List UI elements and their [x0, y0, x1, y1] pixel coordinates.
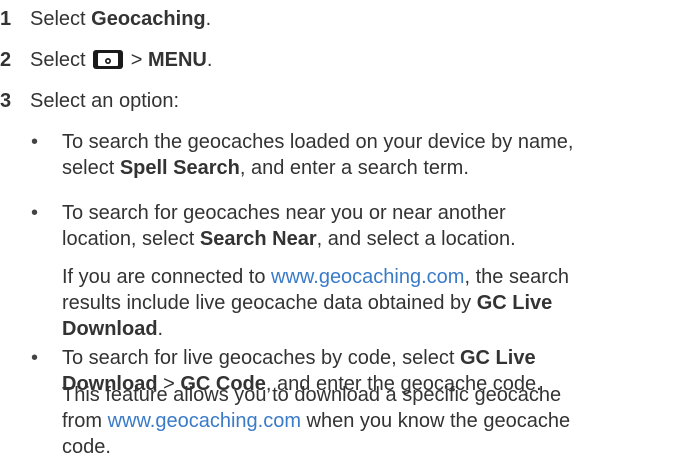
note-line: from www.geocaching.com when you know th…: [62, 408, 682, 434]
search-near-label: Search Near: [199, 228, 317, 250]
option-text-pre: location, select: [62, 228, 200, 250]
option-text-post: , and select a location.: [316, 228, 516, 250]
note-text-post: when you know the geocache: [301, 410, 571, 432]
step-number: 3: [0, 90, 12, 112]
note-gc-live: If you are connected to www.geocaching.c…: [62, 264, 682, 342]
step-text-pre: Select: [30, 49, 92, 71]
menu-label: MENU: [147, 49, 207, 71]
note-text-post: .: [157, 318, 164, 340]
note-text-post: , the search: [464, 266, 569, 288]
option-text-post: , and enter a search term.: [239, 157, 469, 179]
geocaching-link[interactable]: www.geocaching.com: [271, 266, 464, 288]
note-line: Download.: [62, 316, 682, 342]
step-text: Select > MENU.: [30, 47, 212, 73]
note-download-feature: This feature allows you to download a sp…: [62, 382, 682, 460]
note-text-pre: from: [62, 410, 108, 432]
step-text: Select an option:: [30, 90, 179, 112]
bullet-dot: •: [31, 347, 39, 369]
option-line: To search the geocaches loaded on your d…: [62, 131, 574, 153]
note-text-pre: If you are connected to: [62, 266, 272, 288]
note-line: results include live geocache data obtai…: [62, 290, 682, 316]
geocache-menu-icon: [93, 50, 124, 69]
option-text-pre: To search for live geocaches by code, se…: [62, 347, 460, 369]
gc-live-label: GC Live: [476, 292, 553, 314]
option-line: select Spell Search, and enter a search …: [62, 155, 682, 181]
step-number: 1: [0, 8, 12, 30]
step-number: 2: [0, 49, 12, 71]
note-line: code.: [62, 436, 111, 458]
geocaching-label: Geocaching: [91, 8, 206, 30]
bullet-dot: •: [31, 202, 39, 224]
option-text: To search for geocaches near you or near…: [62, 200, 682, 252]
step-text: Select Geocaching.: [30, 6, 211, 32]
option-text: To search the geocaches loaded on your d…: [62, 129, 682, 181]
step-text-pre: Select: [30, 8, 92, 30]
option-text-pre: select: [62, 157, 120, 179]
geocaching-link[interactable]: www.geocaching.com: [108, 410, 301, 432]
note-line: This feature allows you to download a sp…: [62, 384, 562, 406]
option-line: location, select Search Near, and select…: [62, 226, 682, 252]
option-line: To search for geocaches near you or near…: [62, 202, 506, 224]
step-text-separator: >: [125, 49, 148, 71]
step-text-post: .: [205, 8, 212, 30]
spell-search-label: Spell Search: [119, 157, 240, 179]
note-text-pre: results include live geocache data obtai…: [62, 292, 477, 314]
option-line: To search for live geocaches by code, se…: [62, 345, 682, 371]
note-line: If you are connected to www.geocaching.c…: [62, 264, 682, 290]
gc-live-label: GC Live: [460, 347, 536, 369]
step-text-post: .: [206, 49, 213, 71]
bullet-dot: •: [31, 131, 39, 153]
download-label: Download: [62, 318, 158, 340]
